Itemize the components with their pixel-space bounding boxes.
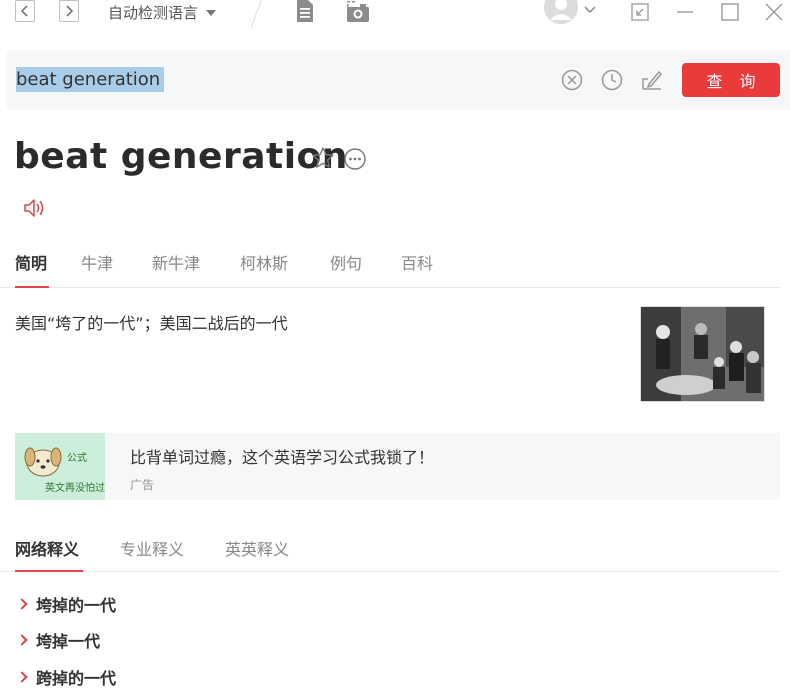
tab-concise[interactable]: 简明 bbox=[15, 250, 47, 278]
clear-icon[interactable] bbox=[560, 68, 584, 92]
tab-examples[interactable]: 例句 bbox=[330, 250, 362, 278]
more-icon[interactable] bbox=[343, 147, 367, 171]
definition: 美国“垮了的一代”；美国二战后的一代 bbox=[15, 314, 288, 333]
tab-new-oxford[interactable]: 新牛津 bbox=[152, 250, 200, 278]
dog-illustration-icon: 公式 英文再没怕过! bbox=[15, 433, 105, 500]
handwriting-icon[interactable] bbox=[640, 68, 664, 92]
divider bbox=[250, 0, 263, 28]
back-button[interactable] bbox=[15, 0, 35, 22]
list-item[interactable]: 垮掉的一代 bbox=[16, 592, 117, 616]
tab-collins[interactable]: 柯林斯 bbox=[240, 250, 288, 278]
dictionary-tabs: 简明 牛津 新牛津 柯林斯 例句 百科 bbox=[0, 240, 780, 288]
maximize-button[interactable] bbox=[719, 2, 741, 22]
ad-banner[interactable]: 公式 英文再没怕过! 比背单词过瘾，这个英语学习公式我锁了！ 广告 bbox=[15, 433, 780, 500]
minimize-icon bbox=[677, 11, 693, 13]
tab-encyclopedia[interactable]: 百科 bbox=[401, 250, 433, 278]
meaning-text: 垮掉一代 bbox=[36, 632, 101, 651]
close-icon bbox=[765, 3, 783, 21]
headword: beat generation bbox=[14, 136, 348, 177]
meaning-text: 跨掉的一代 bbox=[36, 669, 117, 688]
forward-icon bbox=[66, 5, 74, 17]
query-button[interactable]: 查 询 bbox=[682, 63, 780, 97]
tab-professional-definitions[interactable]: 专业释义 bbox=[120, 536, 184, 560]
chevron-down-icon[interactable] bbox=[584, 6, 596, 14]
close-button[interactable] bbox=[763, 2, 785, 22]
speaker-icon[interactable] bbox=[23, 197, 47, 219]
chevron-right-icon bbox=[16, 671, 28, 683]
list-item[interactable]: 跨掉的一代 bbox=[16, 665, 117, 689]
active-tab-indicator bbox=[15, 570, 83, 572]
ad-image: 公式 英文再没怕过! bbox=[15, 433, 105, 500]
forward-button[interactable] bbox=[59, 0, 79, 22]
minimize-button[interactable] bbox=[674, 2, 696, 22]
avatar-icon bbox=[544, 0, 578, 24]
ad-title[interactable]: 比背单词过瘾，这个英语学习公式我锁了！ bbox=[130, 444, 434, 468]
chevron-right-icon bbox=[16, 634, 28, 646]
tab-oxford[interactable]: 牛津 bbox=[81, 250, 113, 278]
mini-mode-button[interactable] bbox=[629, 2, 651, 22]
tab-web-definitions[interactable]: 网络释义 bbox=[15, 536, 79, 560]
ad-image-text-slogan: 英文再没怕过! bbox=[45, 481, 105, 494]
history-icon[interactable] bbox=[600, 68, 624, 92]
ad-label: 广告 bbox=[130, 478, 155, 492]
mini-mode-icon bbox=[631, 3, 649, 21]
list-item[interactable]: 垮掉一代 bbox=[16, 628, 101, 652]
encyclopedia-thumbnail[interactable] bbox=[640, 306, 765, 402]
document-icon[interactable] bbox=[295, 0, 315, 22]
back-icon bbox=[20, 5, 28, 17]
caret-down-icon bbox=[206, 9, 217, 16]
star-icon[interactable] bbox=[311, 146, 335, 170]
search-input[interactable]: beat generation bbox=[16, 67, 165, 92]
screenshot-icon[interactable] bbox=[346, 0, 370, 22]
definition-type-tabs: 网络释义 专业释义 英英释义 bbox=[0, 528, 780, 572]
active-tab-indicator bbox=[15, 286, 49, 288]
avatar[interactable] bbox=[544, 0, 578, 24]
title-bar: 自动检测语言 bbox=[0, 0, 790, 28]
ad-image-text-formula: 公式 bbox=[67, 451, 87, 464]
meaning-text: 垮掉的一代 bbox=[36, 596, 117, 615]
language-select-label: 自动检测语言 bbox=[108, 3, 199, 22]
search-bar: beat generation 查 询 bbox=[6, 50, 790, 110]
chevron-right-icon bbox=[16, 598, 28, 610]
tab-english-definitions[interactable]: 英英释义 bbox=[225, 536, 289, 560]
maximize-icon bbox=[721, 3, 739, 21]
photo-image bbox=[641, 307, 764, 401]
language-select[interactable]: 自动检测语言 bbox=[108, 1, 217, 23]
